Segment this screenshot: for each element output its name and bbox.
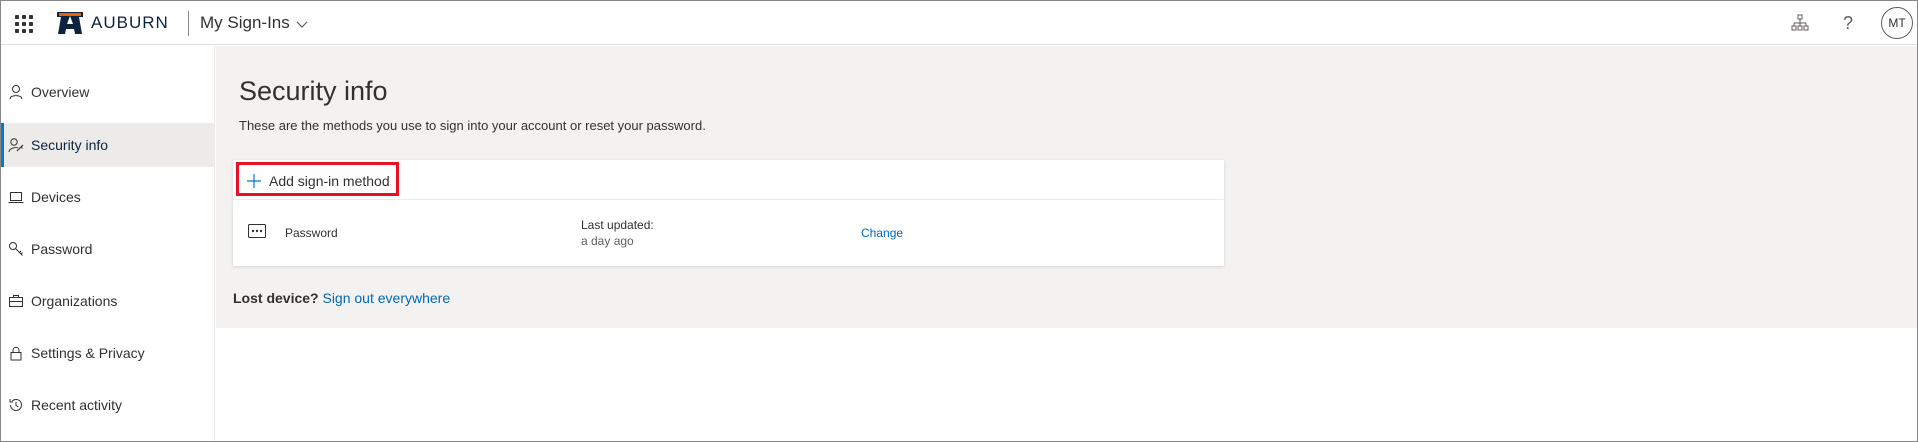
sidebar-item-security-info[interactable]: Security info <box>1 123 215 167</box>
auburn-logo-icon <box>57 12 83 34</box>
organization-chart-icon[interactable] <box>1788 11 1812 35</box>
lock-icon <box>10 346 22 361</box>
laptop-icon <box>8 192 24 203</box>
last-updated-value: a day ago <box>581 234 634 248</box>
add-sign-in-method-button[interactable]: Add sign-in method <box>236 162 399 196</box>
main-content: Security info These are the methods you … <box>216 46 1917 328</box>
password-dots-icon <box>248 224 266 238</box>
lost-device-question: Lost device? <box>233 290 319 306</box>
sidebar-item-organizations[interactable]: Organizations <box>1 279 215 323</box>
methods-card: Add sign-in method Password Last updated… <box>233 160 1224 266</box>
key-icon <box>9 242 23 256</box>
page-subtitle: These are the methods you use to sign in… <box>239 118 706 133</box>
method-name: Password <box>285 226 338 240</box>
sidebar-nav: Overview Security info Devices Password … <box>1 46 215 441</box>
method-row: Password Last updated: a day ago Change <box>233 200 1224 266</box>
sidebar-item-label: Overview <box>31 84 90 100</box>
history-icon <box>9 398 22 411</box>
sidebar-item-settings-privacy[interactable]: Settings & Privacy <box>1 331 215 375</box>
sidebar-item-label: Organizations <box>31 293 118 309</box>
change-password-link[interactable]: Change <box>861 226 903 240</box>
header-divider <box>188 11 189 36</box>
sidebar-item-label: Devices <box>31 189 81 205</box>
avatar[interactable]: MT <box>1881 7 1913 39</box>
add-sign-in-method-label: Add sign-in method <box>269 173 390 189</box>
last-updated-label: Last updated: <box>581 218 654 232</box>
help-icon[interactable]: ? <box>1836 11 1860 35</box>
sidebar-item-devices[interactable]: Devices <box>1 175 215 219</box>
sidebar-item-label: Settings & Privacy <box>31 345 145 361</box>
sidebar-item-overview[interactable]: Overview <box>1 70 215 114</box>
sidebar-item-label: Security info <box>31 137 109 153</box>
sidebar-item-label: Recent activity <box>31 397 123 413</box>
plus-icon <box>247 174 261 188</box>
page-title: Security info <box>239 76 388 106</box>
sidebar-item-password[interactable]: Password <box>1 227 215 271</box>
app-switcher-dropdown[interactable]: My Sign-Ins <box>200 13 308 33</box>
app-launcher-icon[interactable] <box>13 13 33 33</box>
sign-out-everywhere-link[interactable]: Sign out everywhere <box>322 290 450 306</box>
lost-device-line: Lost device? Sign out everywhere <box>233 290 450 306</box>
sidebar-item-label: Password <box>31 241 93 257</box>
methods-card-toolbar: Add sign-in method <box>233 160 1224 200</box>
app-title: My Sign-Ins <box>200 13 290 32</box>
person-icon <box>9 85 23 100</box>
briefcase-icon <box>9 295 23 307</box>
chevron-down-icon <box>296 21 308 28</box>
brand-name: AUBURN <box>91 13 169 32</box>
person-key-icon <box>8 138 24 153</box>
sidebar-item-recent-activity[interactable]: Recent activity <box>1 383 215 427</box>
top-bar: AUBURN My Sign-Ins ? MT <box>1 1 1917 45</box>
